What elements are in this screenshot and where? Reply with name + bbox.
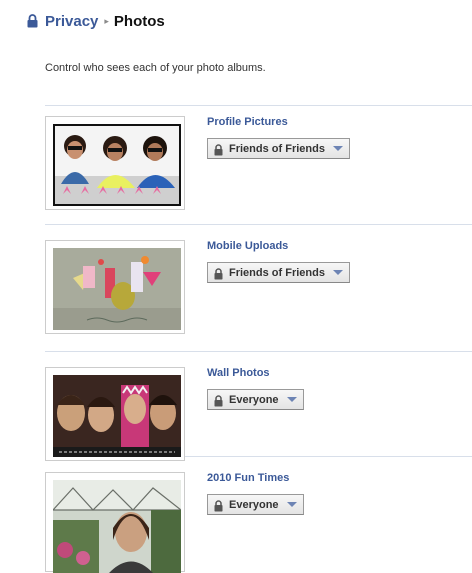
breadcrumb-separator-icon: ▸ — [104, 15, 109, 26]
album-title-link[interactable]: Mobile Uploads — [207, 240, 288, 252]
caret-down-icon — [332, 146, 343, 151]
album-title-link[interactable]: Wall Photos — [207, 367, 270, 379]
album-thumbnail[interactable] — [45, 240, 185, 334]
caret-down-icon — [332, 270, 343, 275]
intro-text: Control who sees each of your photo albu… — [45, 62, 266, 74]
page-title: Photos — [113, 12, 165, 30]
album-title-link[interactable]: 2010 Fun Times — [207, 472, 289, 484]
caret-down-icon — [286, 397, 297, 402]
lock-icon — [214, 499, 223, 511]
lock-icon — [214, 394, 223, 406]
album-thumbnail[interactable] — [45, 367, 185, 461]
privacy-level-label: Everyone — [229, 498, 279, 511]
privacy-dropdown-button[interactable]: Everyone — [207, 494, 304, 515]
album-thumbnail[interactable] — [45, 116, 185, 210]
privacy-dropdown-button[interactable]: Friends of Friends — [207, 262, 350, 283]
lock-icon — [214, 267, 223, 279]
privacy-dropdown-button[interactable]: Friends of Friends — [207, 138, 350, 159]
album-cover-image — [53, 248, 181, 330]
breadcrumb-privacy-link[interactable]: Privacy — [45, 13, 98, 30]
lock-icon — [27, 14, 38, 28]
album-title-link[interactable]: Profile Pictures — [207, 116, 288, 128]
divider — [45, 105, 472, 106]
privacy-level-label: Friends of Friends — [229, 142, 325, 155]
divider — [45, 224, 472, 225]
album-cover-image — [53, 375, 181, 457]
lock-icon — [214, 143, 223, 155]
privacy-dropdown-button[interactable]: Everyone — [207, 389, 304, 410]
privacy-level-label: Friends of Friends — [229, 266, 325, 279]
caret-down-icon — [286, 502, 297, 507]
album-cover-image — [53, 480, 181, 573]
album-cover-image — [53, 124, 181, 206]
album-thumbnail[interactable] — [45, 472, 185, 573]
divider — [45, 351, 472, 352]
privacy-level-label: Everyone — [229, 393, 279, 406]
breadcrumb: Privacy ▸ Photos — [27, 11, 165, 31]
